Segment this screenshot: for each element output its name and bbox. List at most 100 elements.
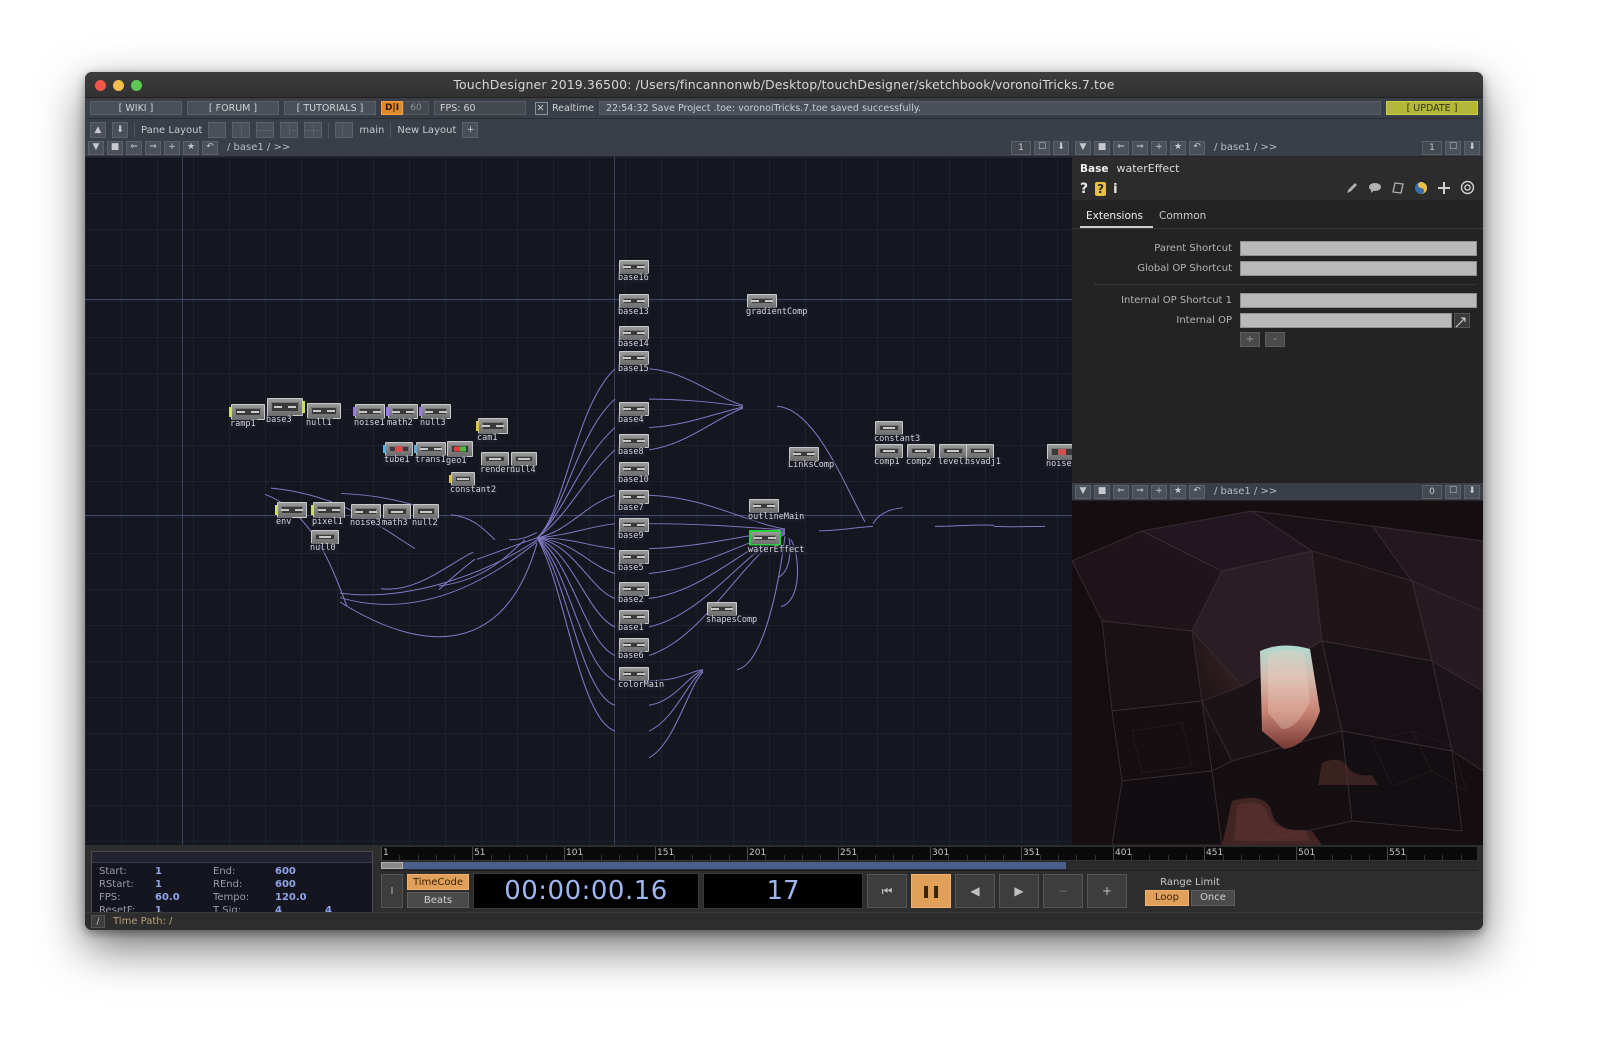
layout-two-horizontal-button[interactable] bbox=[256, 122, 275, 138]
op-picker-icon[interactable] bbox=[1454, 313, 1470, 328]
expand-icon[interactable]: ▲ bbox=[90, 122, 106, 138]
node-level1[interactable]: level1 bbox=[937, 444, 970, 467]
node-cam1[interactable]: cam1 bbox=[476, 418, 508, 443]
add-icon[interactable]: + bbox=[1151, 140, 1167, 155]
timeline-mode-icon[interactable]: I bbox=[381, 874, 403, 908]
viewer-pane-count[interactable]: 0 bbox=[1422, 484, 1442, 499]
drop-interest-value[interactable]: 60 bbox=[403, 101, 429, 115]
step-back-button[interactable]: ◀ bbox=[955, 874, 995, 908]
pane-stop-icon[interactable]: ■ bbox=[107, 140, 123, 155]
node-gradientComp[interactable]: gradientComp bbox=[745, 294, 809, 317]
collapse-pane-icon[interactable]: ⬇ bbox=[1053, 140, 1069, 155]
node-comp1[interactable]: comp1 bbox=[873, 444, 903, 467]
realtime-toggle[interactable]: Realtime bbox=[535, 101, 594, 115]
fps-field[interactable]: FPS: 60 bbox=[434, 101, 526, 115]
node-base15[interactable]: base15 bbox=[617, 351, 650, 374]
node-null4[interactable]: null4 bbox=[509, 452, 537, 475]
layout-current-icon[interactable] bbox=[335, 122, 354, 138]
up-level-icon[interactable]: ↶ bbox=[202, 140, 218, 155]
add-icon[interactable]: + bbox=[164, 140, 180, 155]
node-shapesComp[interactable]: shapesComp bbox=[705, 602, 759, 625]
up-level-icon[interactable]: ↶ bbox=[1189, 484, 1205, 499]
timeline-scrubber[interactable] bbox=[381, 861, 1477, 871]
layout-three-button[interactable] bbox=[280, 122, 299, 138]
node-null3[interactable]: null3 bbox=[419, 404, 451, 428]
node-waterEffect[interactable]: waterEffect bbox=[747, 530, 806, 555]
maximize-pane-icon[interactable]: ☐ bbox=[1445, 484, 1461, 499]
bookmark-star-icon[interactable]: ★ bbox=[183, 140, 199, 155]
node-render1[interactable]: render1 bbox=[479, 452, 517, 475]
node-base7[interactable]: base7 bbox=[617, 490, 649, 513]
forward-icon[interactable]: ⇒ bbox=[1132, 484, 1148, 499]
pane-menu-icon[interactable]: ▼ bbox=[1075, 140, 1091, 155]
internal-op-input[interactable] bbox=[1240, 313, 1452, 328]
pane-menu-icon[interactable]: ▼ bbox=[88, 140, 104, 155]
node-noise1[interactable]: noise1 bbox=[353, 404, 386, 428]
internal-op-shortcut-1-input[interactable] bbox=[1240, 293, 1477, 308]
pane-menu-icon[interactable]: ▼ bbox=[1075, 484, 1091, 499]
beats-mode-button[interactable]: Beats bbox=[407, 892, 469, 908]
node-env[interactable]: env bbox=[275, 502, 307, 527]
node-null0[interactable]: null0 bbox=[309, 530, 339, 553]
remove-internal-op-button[interactable]: - bbox=[1265, 332, 1285, 347]
once-button[interactable]: Once bbox=[1191, 889, 1235, 906]
layout-two-vertical-button[interactable] bbox=[232, 122, 251, 138]
node-tube1[interactable]: tube1 bbox=[383, 442, 413, 465]
node-base16[interactable]: base16 bbox=[617, 260, 650, 283]
update-button[interactable]: [ UPDATE ] bbox=[1386, 101, 1478, 115]
edit-pencil-icon[interactable] bbox=[1345, 180, 1359, 199]
tempo-value[interactable]: 120.0 bbox=[275, 892, 325, 903]
node-base9[interactable]: base9 bbox=[617, 518, 649, 541]
op-help-icon[interactable]: ? bbox=[1095, 182, 1107, 196]
node-trans1[interactable]: trans1 bbox=[414, 442, 447, 465]
bookmark-star-icon[interactable]: ★ bbox=[1170, 484, 1186, 499]
node-base5[interactable]: base5 bbox=[617, 550, 649, 573]
node-base8[interactable]: base8 bbox=[617, 434, 649, 457]
increase-speed-button[interactable]: + bbox=[1087, 874, 1127, 908]
back-icon[interactable]: ⇐ bbox=[1113, 484, 1129, 499]
node-null2[interactable]: null2 bbox=[411, 504, 439, 528]
bookmark-star-icon[interactable]: ★ bbox=[1170, 140, 1186, 155]
back-icon[interactable]: ⇐ bbox=[1113, 140, 1129, 155]
add-internal-op-button[interactable]: + bbox=[1240, 332, 1260, 347]
pane-stop-icon[interactable]: ■ bbox=[1094, 140, 1110, 155]
forward-icon[interactable]: ⇒ bbox=[1132, 140, 1148, 155]
layout-single-button[interactable] bbox=[208, 122, 227, 138]
node-pixel1[interactable]: pixel1 bbox=[311, 502, 345, 527]
timecode-mode-button[interactable]: TimeCode bbox=[407, 874, 469, 890]
clone-icon[interactable] bbox=[1391, 180, 1405, 199]
node-LinksComp[interactable]: LinksComp bbox=[787, 447, 836, 470]
collapse-pane-icon[interactable]: ⬇ bbox=[1464, 484, 1480, 499]
comment-bubble-icon[interactable] bbox=[1368, 180, 1382, 199]
back-icon[interactable]: ⇐ bbox=[126, 140, 142, 155]
loop-button[interactable]: Loop bbox=[1145, 889, 1189, 906]
node-base6[interactable]: base6 bbox=[617, 638, 649, 661]
end-value[interactable]: 600 bbox=[275, 866, 325, 877]
node-base3[interactable]: base3 bbox=[265, 398, 305, 425]
up-level-icon[interactable]: ↶ bbox=[1189, 140, 1205, 155]
help-icon[interactable]: ? bbox=[1080, 182, 1088, 196]
rstart-value[interactable]: 1 bbox=[155, 879, 213, 890]
node-base14[interactable]: base14 bbox=[617, 326, 650, 349]
node-outlineMain[interactable]: outlineMain bbox=[747, 499, 806, 522]
parameter-path[interactable]: / base1 / >> bbox=[1208, 142, 1419, 153]
node-base2[interactable]: base2 bbox=[617, 582, 649, 605]
forum-button[interactable]: [ FORUM ] bbox=[187, 101, 279, 115]
drop-interest-toggle[interactable]: D|I bbox=[381, 101, 403, 115]
node-ramp1[interactable]: ramp1 bbox=[229, 404, 265, 429]
root-path-button[interactable]: / bbox=[91, 915, 105, 928]
layout-four-button[interactable] bbox=[304, 122, 323, 138]
python-icon[interactable] bbox=[1414, 180, 1428, 199]
node-math3[interactable]: math3 bbox=[381, 504, 411, 528]
node-comp2[interactable]: comp2 bbox=[905, 444, 935, 467]
node-base13[interactable]: base13 bbox=[617, 294, 650, 317]
global-op-shortcut-input[interactable] bbox=[1240, 261, 1477, 276]
pane-stop-icon[interactable]: ■ bbox=[1094, 484, 1110, 499]
info-icon[interactable]: i bbox=[1113, 182, 1117, 197]
node-constant2[interactable]: constant2 bbox=[449, 472, 498, 495]
add-parameter-icon[interactable] bbox=[1437, 180, 1451, 199]
node-hsvadj1[interactable]: hsvadj1 bbox=[964, 444, 1002, 467]
node-geo1[interactable]: geo1 bbox=[445, 441, 473, 466]
start-value[interactable]: 1 bbox=[155, 866, 213, 877]
network-pane-count[interactable]: 1 bbox=[1011, 140, 1031, 155]
